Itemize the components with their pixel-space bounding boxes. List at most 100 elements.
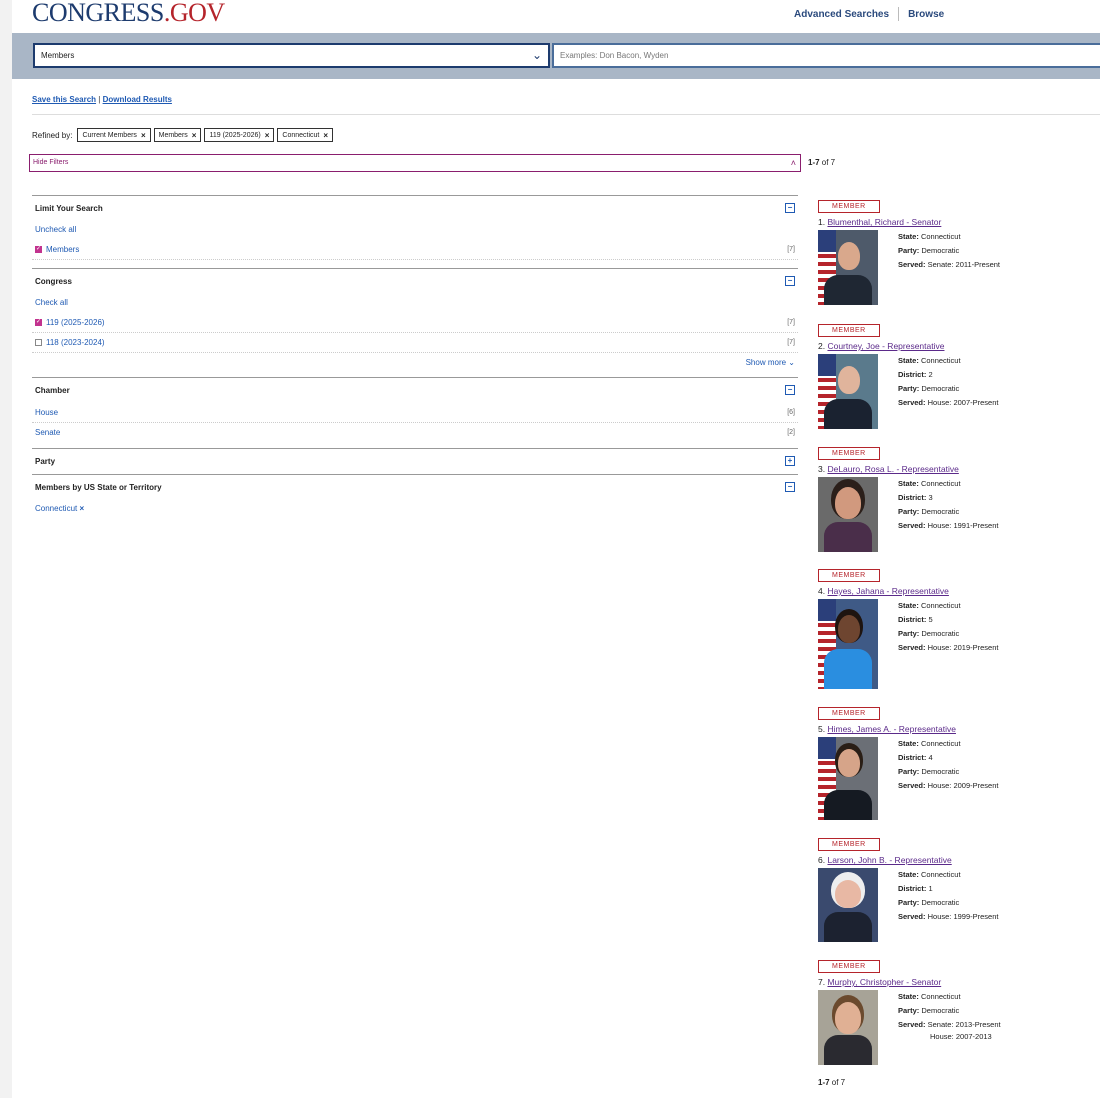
portrait-body [824,790,872,820]
collapse-icon[interactable]: − [785,276,795,286]
state-label: State: [898,992,919,1001]
refinement-pill[interactable]: Current Members × [77,128,151,142]
filter-option-members[interactable]: Members [7] [32,240,798,260]
member-name-link[interactable]: Larson, John B. - Representative [827,855,951,865]
filter-section-congress: Congress − Check all 119 (2025-2026) [7] 1… [32,268,798,377]
served-label: Served: [898,260,926,269]
party-value: Democratic [921,246,960,255]
party-label: Party: [898,767,920,776]
party-label: Party: [898,246,920,255]
member-info: State: Connecticut District: 5 Party: De… [898,599,999,689]
search-scope-select[interactable]: Members ⌄ [33,43,550,68]
served-value-2: House: 2007-2013 [930,1032,992,1041]
result-count-range: 1-7 [808,158,820,167]
divider [32,114,1100,115]
filter-section-chamber: Chamber − House [6] Senate [2] [32,377,798,448]
member-photo[interactable] [818,990,878,1065]
checkbox-checked[interactable] [35,245,42,253]
member-photo[interactable] [818,477,878,552]
uncheck-all-link[interactable]: Uncheck all [32,221,798,240]
member-photo[interactable] [818,230,878,305]
state-value: Connecticut [920,479,961,488]
member-photo[interactable] [818,737,878,820]
result-count-total: of 7 [829,1078,846,1087]
result-number: 2. [818,341,826,351]
member-photo[interactable] [818,354,878,429]
served-value: House: 2009-Present [927,781,999,790]
member-name-link[interactable]: DeLauro, Rosa L. - Representative [827,464,958,474]
checkbox-checked[interactable] [35,318,42,326]
state-label: State: [898,870,919,879]
section-title: Members by US State or Territory [35,483,162,492]
result-item: MEMBER 6. Larson, John B. - Representati… [818,833,1098,955]
refinement-pill[interactable]: Members × [153,128,202,142]
expand-icon[interactable]: + [785,456,795,466]
district-value: 5 [928,615,933,624]
collapse-icon[interactable]: − [785,482,795,492]
results-list: MEMBER 1. Blumenthal, Richard - Senator … [818,195,1098,1070]
member-photo[interactable] [818,868,878,942]
remove-icon[interactable]: × [323,131,328,140]
filter-option-senate[interactable]: Senate [2] [32,423,798,442]
search-input[interactable]: Examples: Don Bacon, Wyden [552,43,1100,68]
filter-option-119[interactable]: 119 (2025-2026) [7] [32,313,798,333]
filter-option-house[interactable]: House [6] [32,403,798,423]
filter-option-118[interactable]: 118 (2023-2024) [7] [32,333,798,353]
result-count-range: 1-7 [818,1078,830,1087]
site-logo[interactable]: CONGRESS.GOV [32,0,225,28]
result-count: 1-7 of 7 [808,158,835,167]
filters-panel: Limit Your Search − Uncheck all Members [7… [32,195,798,517]
district-value: 4 [928,753,933,762]
filter-option-count: [7] [787,319,795,326]
party-value: Democratic [921,384,960,393]
member-name-link[interactable]: Murphy, Christopher - Senator [827,977,941,987]
member-photo[interactable] [818,599,878,689]
nav-advanced-searches[interactable]: Advanced Searches [794,9,889,20]
save-search-link[interactable]: Save this Search [32,95,96,104]
result-number: 7. [818,977,826,987]
state-filter-label: Connecticut [35,504,78,513]
member-info: State: Connecticut Party: Democratic Ser… [898,990,1001,1065]
portrait-body [824,912,872,942]
member-name-link[interactable]: Hayes, Jahana - Representative [827,586,948,596]
nav-browse[interactable]: Browse [908,9,944,20]
show-more-label: Show more [745,358,787,367]
portrait-head [838,366,860,394]
district-label: District: [898,615,927,624]
party-value: Democratic [921,767,960,776]
refinement-pill[interactable]: 119 (2025-2026) × [204,128,275,142]
member-info: State: Connecticut District: 3 Party: De… [898,477,999,552]
state-label: State: [898,232,919,241]
collapse-icon[interactable]: − [785,203,795,213]
portrait-head [838,615,860,643]
hide-filters-button[interactable]: Hide Filters ˄ [29,154,801,172]
result-item: MEMBER 3. DeLauro, Rosa L. - Representat… [818,442,1098,564]
checkbox-unchecked[interactable] [35,339,42,346]
result-item: MEMBER 5. Himes, James A. - Representati… [818,702,1098,833]
state-filter-value[interactable]: Connecticut × [32,500,798,517]
remove-icon[interactable]: × [192,131,197,140]
member-badge: MEMBER [818,960,880,973]
show-more-link[interactable]: Show more ⌄ [32,353,798,377]
remove-icon[interactable]: × [79,504,84,513]
served-label: Served: [898,781,926,790]
chevron-up-icon: ˄ [790,158,796,168]
member-name-link[interactable]: Blumenthal, Richard - Senator [827,217,941,227]
check-all-link[interactable]: Check all [32,294,798,313]
collapse-icon[interactable]: − [785,385,795,395]
portrait-head [835,1002,861,1034]
party-value: Democratic [921,629,960,638]
portrait-body [824,275,872,305]
download-results-link[interactable]: Download Results [103,95,172,104]
refinement-pill[interactable]: Connecticut × [277,128,334,142]
member-name-link[interactable]: Himes, James A. - Representative [827,724,956,734]
remove-icon[interactable]: × [265,131,270,140]
member-badge: MEMBER [818,324,880,337]
nav-divider [898,7,900,21]
member-name-link[interactable]: Courtney, Joe - Representative [827,341,944,351]
remove-icon[interactable]: × [141,131,146,140]
result-count-bottom: 1-7 of 7 [818,1078,845,1087]
member-info: State: Connecticut Party: Democratic Ser… [898,230,1000,305]
party-value: Democratic [921,507,960,516]
logo-text-gov: .GOV [163,0,225,27]
